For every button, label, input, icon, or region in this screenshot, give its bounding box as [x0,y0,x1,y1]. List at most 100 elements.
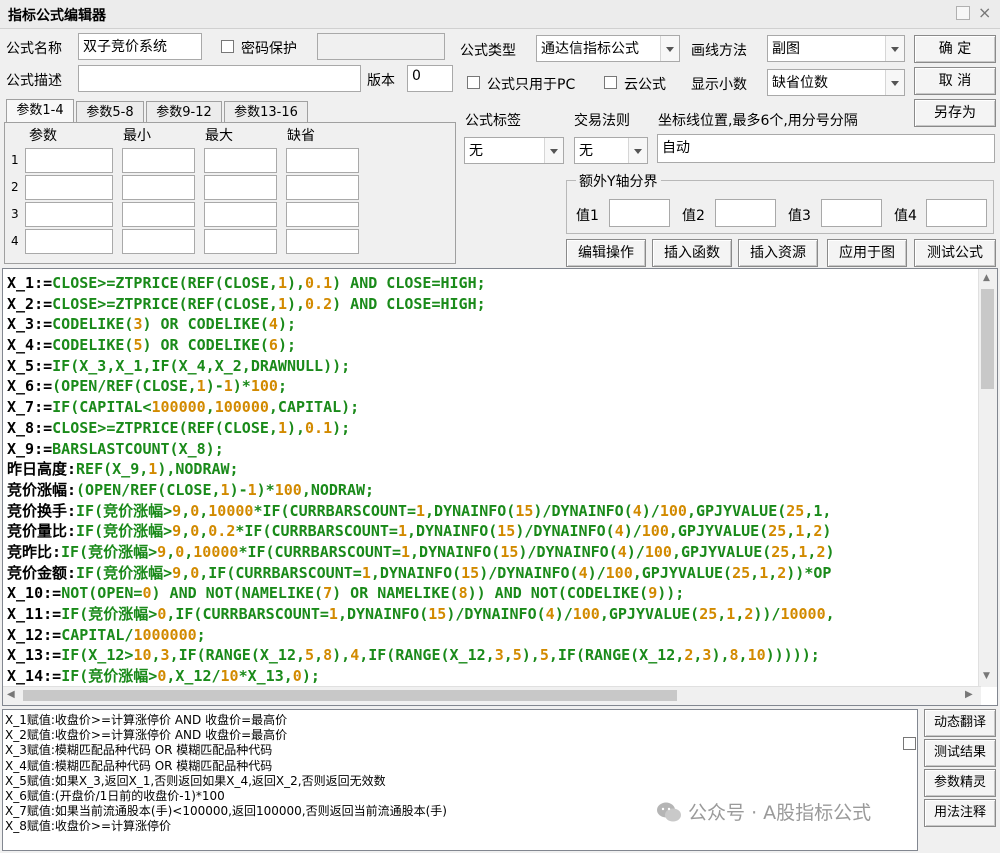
y1-label: 值1 [576,208,599,224]
type-select[interactable]: 通达信指标公式 [536,35,680,62]
param2-min-field[interactable] [122,175,195,200]
rule-value: 无 [579,143,593,159]
code-line[interactable]: X_13:=IF(X_12>10,3,IF(RANGE(X_12,5,8),4,… [7,645,835,666]
usage-notes-button[interactable]: 用法注释 [924,799,996,827]
code-line[interactable]: X_14:=IF(竞价涨幅>0,X_12/10*X_13,0); [7,666,835,687]
param3-default-field[interactable] [286,202,359,227]
code-line[interactable]: 竞价量比:IF(竞价涨幅>9,0,0.2*IF(CURRBARSCOUNT=1,… [7,521,835,542]
code-line[interactable]: X_5:=IF(X_3,X_1,IF(X_4,X_2,DRAWNULL)); [7,356,835,377]
edit-ops-button[interactable]: 编辑操作 [566,239,646,267]
tag-select[interactable]: 无 [464,137,564,164]
scroll-up-icon[interactable]: ▲ [983,273,990,283]
desc-field[interactable] [78,65,361,92]
test-result-button[interactable]: 测试结果 [924,739,996,767]
tag-label: 公式标签 [465,113,521,129]
translation-line: X_8赋值:收盘价>=计算涨停价 [5,819,172,834]
code-line[interactable]: X_10:=NOT(OPEN=0) AND NOT(NAMELIKE(7) OR… [7,583,835,604]
apply-button[interactable]: 应用于图 [827,239,907,267]
param-row-number: 4 [11,234,19,248]
rule-label: 交易法则 [574,113,630,129]
y3-label: 值3 [788,208,811,224]
ok-button[interactable]: 确 定 [914,35,996,63]
param-header-max: 最大 [205,128,233,144]
code-line[interactable]: X_12:=CAPITAL/1000000; [7,625,835,646]
param1-default-field[interactable] [286,148,359,173]
chevron-down-icon [885,36,904,61]
code-line[interactable]: 竞价金额:IF(竞价涨幅>9,0,IF(CURRBARSCOUNT=1,DYNA… [7,563,835,584]
code-editor[interactable]: X_1:=CLOSE>=ZTPRICE(REF(CLOSE,1),0.1) AN… [2,268,998,706]
axis-label: 坐标线位置,最多6个,用分号分隔 [658,113,858,129]
param1-name-field[interactable] [25,148,113,173]
code-line[interactable]: 昨日高度:REF(X_9,1),NODRAW; [7,459,835,480]
code-line[interactable]: X_3:=CODELIKE(3) OR CODELIKE(4); [7,314,835,335]
hscroll-thumb[interactable] [23,690,677,701]
param-header-name: 参数 [29,128,57,144]
code-line[interactable]: 竞昨比:IF(竞价涨幅>9,0,10000*IF(CURRBARSCOUNT=1… [7,542,835,563]
y2-field[interactable] [715,199,776,227]
tab-params-1-4[interactable]: 参数1-4 [6,99,74,123]
axis-field[interactable]: 自动 [657,134,995,163]
code-line[interactable]: 竞价换手:IF(竞价涨幅>9,0,10000*IF(CURRBARSCOUNT=… [7,501,835,522]
rule-select[interactable]: 无 [574,137,648,164]
translation-checkbox[interactable] [903,737,916,750]
tab-params-9-12[interactable]: 参数9-12 [146,101,222,123]
cloud-checkbox[interactable] [604,76,617,89]
param4-min-field[interactable] [122,229,195,254]
y3-field[interactable] [821,199,882,227]
code-line[interactable]: X_8:=CLOSE>=ZTPRICE(REF(CLOSE,1),0.1); [7,418,835,439]
param4-max-field[interactable] [204,229,277,254]
chevron-down-icon [544,138,563,163]
password-checkbox[interactable] [221,40,234,53]
tab-params-13-16[interactable]: 参数13-16 [224,101,308,123]
test-formula-button[interactable]: 测试公式 [914,239,996,267]
dynamic-translate-button[interactable]: 动态翻译 [924,709,996,737]
cancel-button[interactable]: 取 消 [914,67,996,95]
param3-max-field[interactable] [204,202,277,227]
scroll-left-icon[interactable]: ◀ [7,689,15,700]
param1-min-field[interactable] [122,148,195,173]
password-field[interactable] [317,33,445,60]
version-field[interactable]: 0 [407,65,453,92]
password-label: 密码保护 [241,41,297,57]
param3-name-field[interactable] [25,202,113,227]
scroll-down-icon[interactable]: ▼ [983,671,990,681]
param-row-number: 2 [11,180,19,194]
code-line[interactable]: X_11:=IF(竞价涨幅>0,IF(CURRBARSCOUNT=1,DYNAI… [7,604,835,625]
param1-max-field[interactable] [204,148,277,173]
param3-min-field[interactable] [122,202,195,227]
param4-name-field[interactable] [25,229,113,254]
param2-max-field[interactable] [204,175,277,200]
tab-params-5-8[interactable]: 参数5-8 [76,101,144,123]
chevron-down-icon [660,36,679,61]
save-as-button[interactable]: 另存为 [914,99,996,127]
pc-only-checkbox[interactable] [467,76,480,89]
pc-only-label: 公式只用于PC [487,77,576,93]
decimals-select[interactable]: 缺省位数 [767,69,905,96]
code-content[interactable]: X_1:=CLOSE>=ZTPRICE(REF(CLOSE,1),0.1) AN… [7,273,835,687]
insert-res-button[interactable]: 插入资源 [738,239,818,267]
insert-func-button[interactable]: 插入函数 [652,239,732,267]
code-line[interactable]: X_2:=CLOSE>=ZTPRICE(REF(CLOSE,1),0.2) AN… [7,294,835,315]
code-line[interactable]: X_4:=CODELIKE(5) OR CODELIKE(6); [7,335,835,356]
maximize-icon[interactable] [956,6,970,20]
param4-default-field[interactable] [286,229,359,254]
horizontal-scrollbar[interactable]: ◀ ▶ [3,686,981,705]
scroll-thumb[interactable] [981,289,994,389]
param2-name-field[interactable] [25,175,113,200]
code-line[interactable]: X_1:=CLOSE>=ZTPRICE(REF(CLOSE,1),0.1) AN… [7,273,835,294]
code-line[interactable]: X_6:=(OPEN/REF(CLOSE,1)-1)*100; [7,376,835,397]
code-line[interactable]: X_7:=IF(CAPITAL<100000,100000,CAPITAL); [7,397,835,418]
y1-field[interactable] [609,199,670,227]
param2-default-field[interactable] [286,175,359,200]
param-header-min: 最小 [123,128,151,144]
param-wizard-button[interactable]: 参数精灵 [924,769,996,797]
close-icon[interactable]: × [978,3,991,22]
code-line[interactable]: 竞价涨幅:(OPEN/REF(CLOSE,1)-1)*100,NODRAW; [7,480,835,501]
name-field[interactable]: 双子竞价系统 [78,33,202,60]
scroll-right-icon[interactable]: ▶ [965,689,973,700]
code-line[interactable]: X_9:=BARSLASTCOUNT(X_8); [7,439,835,460]
draw-select[interactable]: 副图 [767,35,905,62]
decimals-value: 缺省位数 [772,75,828,91]
y4-field[interactable] [926,199,987,227]
vertical-scrollbar[interactable]: ▲ ▼ [978,269,997,687]
